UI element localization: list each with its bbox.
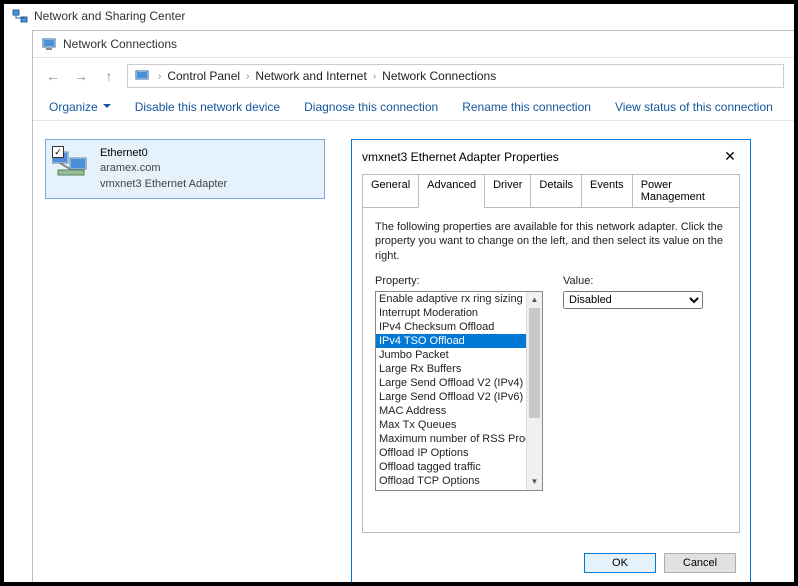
dialog-title: vmxnet3 Ethernet Adapter Properties — [362, 150, 559, 164]
scrollbar[interactable]: ▲ ▼ — [526, 292, 542, 490]
adapter-driver: vmxnet3 Ethernet Adapter — [100, 177, 227, 192]
adapter-name: Ethernet0 — [100, 146, 227, 161]
property-item[interactable]: Offload TCP Options — [376, 474, 526, 488]
property-item[interactable]: Offload IP Options — [376, 446, 526, 460]
rename-button[interactable]: Rename this connection — [462, 100, 591, 114]
breadcrumb-item[interactable]: Control Panel — [165, 69, 242, 83]
property-item[interactable]: Max Tx Queues — [376, 418, 526, 432]
property-item[interactable]: Large Send Offload V2 (IPv4) — [376, 376, 526, 390]
network-sharing-icon — [12, 8, 28, 24]
nav-forward-button: → — [71, 68, 91, 84]
property-item[interactable]: Large Send Offload V2 (IPv6) — [376, 390, 526, 404]
tab-driver[interactable]: Driver — [484, 174, 530, 208]
property-item[interactable]: Large Rx Buffers — [376, 362, 526, 376]
tab-advanced[interactable]: Advanced — [418, 174, 484, 208]
panel-description: The following properties are available f… — [375, 220, 727, 263]
toolbar: Organize Disable this network device Dia… — [33, 94, 794, 121]
scroll-down-button[interactable]: ▼ — [527, 474, 542, 490]
value-label: Value: — [563, 275, 703, 287]
nav-up-button[interactable]: ↑ — [99, 68, 119, 84]
disable-device-button[interactable]: Disable this network device — [135, 100, 280, 114]
property-item[interactable]: IPv4 TSO Offload — [376, 334, 526, 348]
window-title: Network Connections — [63, 37, 177, 51]
nav-back-button[interactable]: ← — [43, 68, 63, 84]
property-listbox[interactable]: Enable adaptive rx ring sizingInterrupt … — [375, 291, 543, 491]
tab-panel-advanced: The following properties are available f… — [362, 207, 740, 533]
property-item[interactable]: MAC Address — [376, 404, 526, 418]
tab-details[interactable]: Details — [530, 174, 581, 208]
parent-window-title: Network and Sharing Center — [34, 9, 185, 23]
window-title-bar: Network Connections — [33, 31, 794, 58]
property-label: Property: — [375, 275, 543, 287]
property-item[interactable]: Jumbo Packet — [376, 348, 526, 362]
address-bar: ← → ↑ › Control Panel › Network and Inte… — [33, 58, 794, 94]
property-item[interactable]: Offload tagged traffic — [376, 460, 526, 474]
property-item[interactable]: Enable adaptive rx ring sizing — [376, 292, 526, 306]
tab-bar: General Advanced Driver Details Events P… — [362, 173, 740, 207]
property-item[interactable]: Maximum number of RSS Processo — [376, 432, 526, 446]
network-connections-icon — [41, 36, 57, 52]
cancel-button[interactable]: Cancel — [664, 553, 736, 573]
chevron-right-icon[interactable]: › — [242, 71, 253, 82]
scroll-thumb[interactable] — [529, 308, 540, 418]
breadcrumb[interactable]: › Control Panel › Network and Internet ›… — [127, 64, 784, 88]
ok-button[interactable]: OK — [584, 553, 656, 573]
value-select[interactable]: Disabled — [563, 291, 703, 309]
parent-window-title-bar: Network and Sharing Center — [4, 4, 794, 28]
network-connections-window: Network Connections ← → ↑ › Control Pane… — [32, 30, 794, 582]
breadcrumb-item[interactable]: Network Connections — [380, 69, 498, 83]
close-button[interactable]: ✕ — [720, 148, 740, 165]
organize-menu[interactable]: Organize — [49, 100, 111, 114]
property-item[interactable]: Interrupt Moderation — [376, 306, 526, 320]
diagnose-button[interactable]: Diagnose this connection — [304, 100, 438, 114]
breadcrumb-icon — [134, 68, 150, 84]
breadcrumb-item[interactable]: Network and Internet — [253, 69, 368, 83]
chevron-right-icon[interactable]: › — [369, 71, 380, 82]
properties-dialog: vmxnet3 Ethernet Adapter Properties ✕ Ge… — [351, 139, 751, 584]
view-status-button[interactable]: View status of this connection — [615, 100, 773, 114]
adapter-checkbox[interactable]: ✓ — [52, 146, 64, 158]
adapter-domain: aramex.com — [100, 161, 227, 176]
tab-general[interactable]: General — [362, 174, 418, 208]
adapter-list-item[interactable]: ✓ Ethernet0 aramex.com vmxnet3 Ethernet … — [45, 139, 325, 199]
scroll-up-button[interactable]: ▲ — [527, 292, 542, 308]
property-item[interactable]: IPv4 Checksum Offload — [376, 320, 526, 334]
tab-events[interactable]: Events — [581, 174, 632, 208]
tab-power-management[interactable]: Power Management — [632, 174, 740, 208]
chevron-right-icon[interactable]: › — [154, 71, 165, 82]
